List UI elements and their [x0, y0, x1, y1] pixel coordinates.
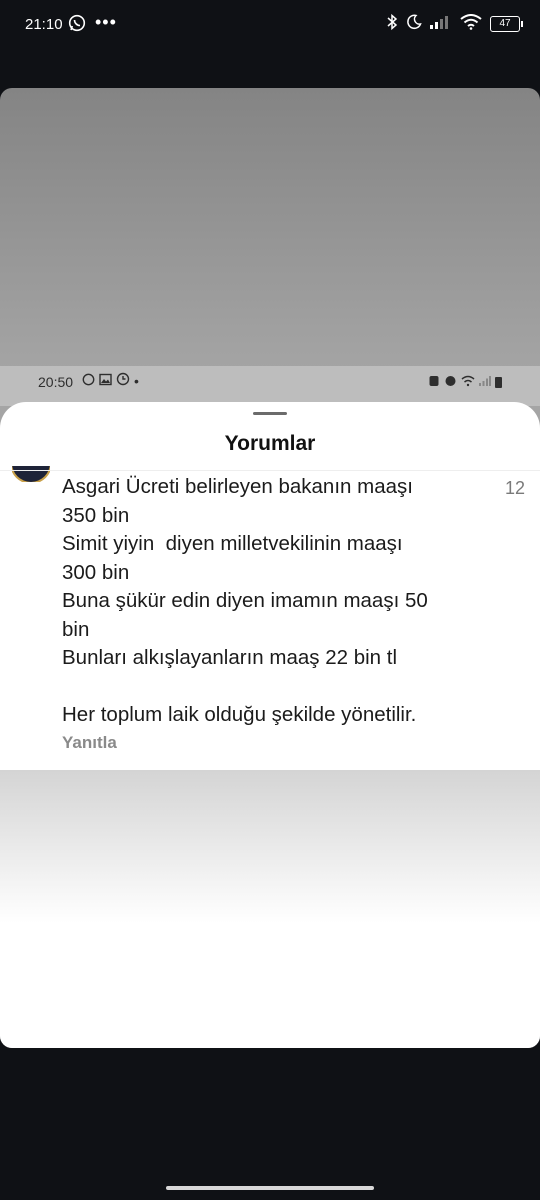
bluetooth-icon — [386, 13, 398, 35]
whatsapp-icon — [82, 373, 95, 389]
signal-icon — [479, 374, 491, 390]
wifi-icon — [461, 374, 475, 390]
image-icon — [99, 373, 112, 389]
status-time: 21:10 — [25, 16, 63, 33]
lower-background — [0, 770, 540, 1048]
more-notifications-icon: ••• — [95, 12, 117, 32]
moon-icon — [406, 14, 422, 34]
battery-icon — [495, 376, 502, 388]
battery-indicator: 47 — [490, 16, 523, 32]
comment-text: Asgari Ücreti belirleyen bakanın maaşı 3… — [62, 475, 428, 726]
comments-sheet: Yorumlar Asgari Ücreti belirleyen bakanı… — [0, 402, 540, 770]
status-bar: 21:10 ••• 47 — [0, 0, 540, 50]
inner-status-bar: 20:50 • — [0, 366, 540, 406]
screenshot-card: 20:50 • Yorumlar Asgari Ücreti belirleye… — [0, 88, 540, 1048]
wifi-icon — [460, 14, 482, 34]
signal-icon — [430, 14, 452, 34]
timer-icon — [116, 372, 130, 389]
inner-status-time: 20:50 — [38, 374, 74, 390]
inner-dot: • — [134, 372, 139, 389]
reply-button[interactable]: Yanıtla — [62, 733, 117, 753]
whatsapp-icon — [68, 14, 86, 36]
sheet-title: Yorumlar — [224, 432, 316, 455]
alarm-clock-icon — [444, 374, 457, 390]
alarm-icon — [428, 374, 440, 390]
like-count[interactable]: 12 — [505, 478, 525, 499]
home-indicator[interactable] — [166, 1186, 374, 1190]
divider — [0, 470, 540, 471]
sheet-drag-handle[interactable] — [253, 412, 287, 415]
